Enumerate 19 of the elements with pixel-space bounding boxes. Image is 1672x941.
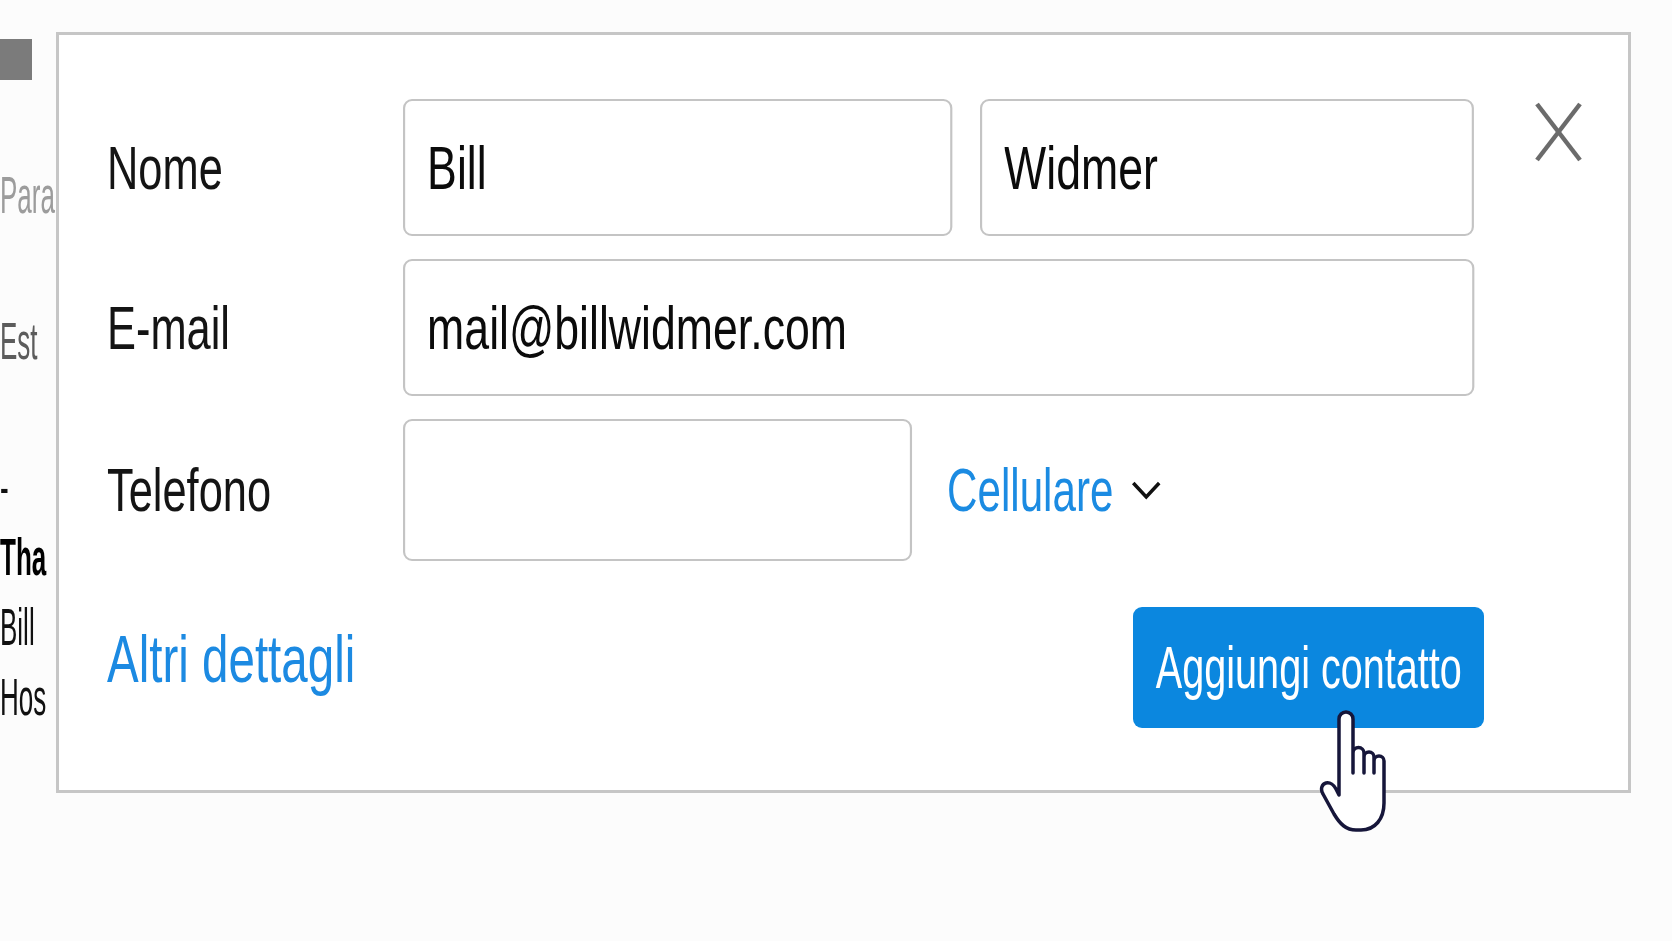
square-icon [0,39,32,80]
field-label: E-mail [107,296,230,359]
background-text: Hos [0,671,47,723]
background-text: Est [0,315,38,367]
phone-field[interactable] [403,419,912,561]
background-text: - [0,461,9,513]
first-name-field[interactable]: Bill [403,99,952,236]
background-text: Tha [0,531,47,583]
field-label: Telefono [107,459,272,521]
last-name-field[interactable]: Widmer [980,99,1474,236]
field-label: Nome [107,136,223,199]
background-text: Bill [0,601,35,653]
add-contact-button[interactable]: Aggiungi contatto [1133,607,1484,728]
background-text: Para [0,169,55,221]
close-icon [1535,102,1582,162]
close-button[interactable] [1535,102,1582,162]
chevron-down-icon [1131,480,1161,500]
email-field[interactable]: mail@billwidmer.com [403,259,1474,396]
phone-type-dropdown[interactable]: Cellulare [947,459,1161,521]
